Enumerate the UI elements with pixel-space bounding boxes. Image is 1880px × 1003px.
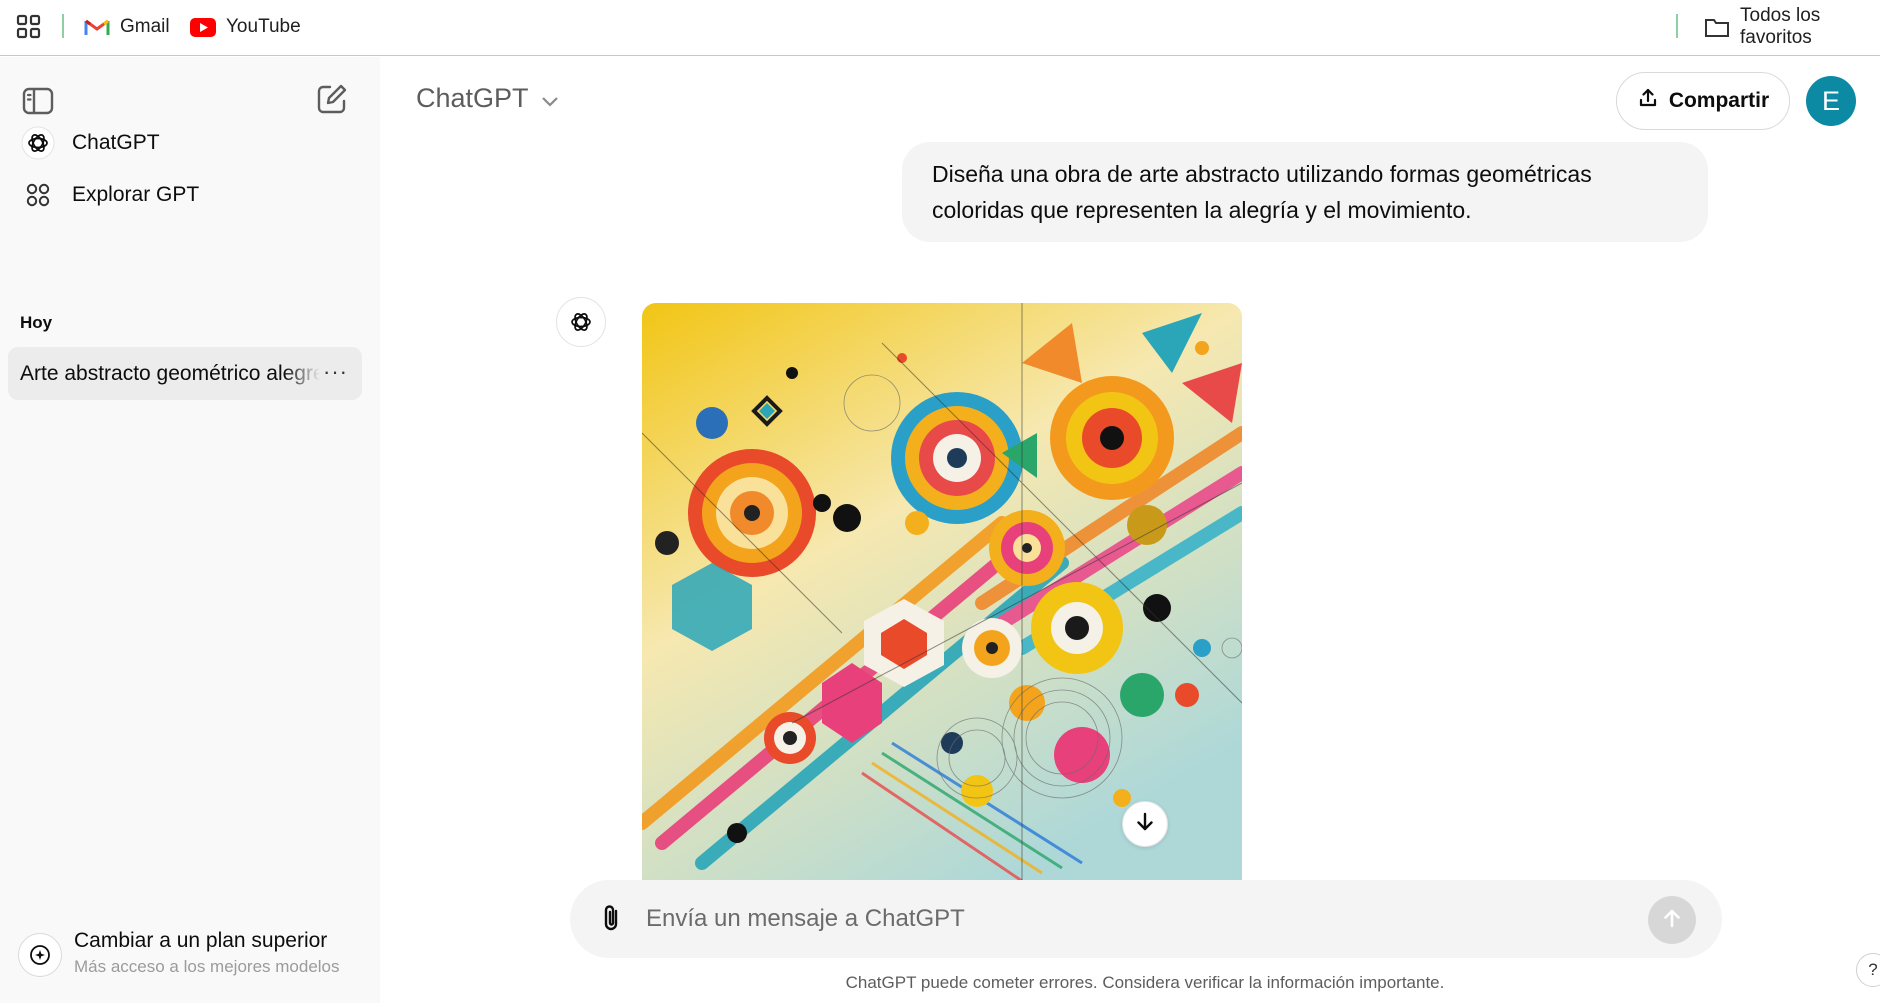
sidebar-toggle-icon[interactable] (20, 83, 56, 119)
bookmark-youtube[interactable]: YouTube (190, 12, 301, 42)
send-button[interactable] (1648, 896, 1696, 944)
chat-main: ChatGPT Compartir E Diseña una obra de a… (380, 57, 1880, 1003)
chat-title: Arte abstracto geométrico alegre (20, 361, 320, 385)
disclaimer-text: ChatGPT puede cometer errores. Considera… (380, 973, 1880, 993)
youtube-icon (190, 17, 216, 37)
model-selector[interactable]: ChatGPT (416, 83, 559, 114)
message-composer (570, 880, 1722, 958)
folder-icon (1704, 16, 1730, 38)
generated-image[interactable] (642, 303, 1242, 881)
chevron-down-icon (541, 83, 559, 114)
sparkle-icon (18, 933, 62, 977)
gmail-icon (84, 17, 110, 37)
disclaimer-label: ChatGPT puede cometer errores. Considera… (845, 973, 1445, 992)
chat-history-item[interactable]: Arte abstracto geométrico alegre ··· (8, 347, 362, 400)
share-button[interactable]: Compartir (1616, 72, 1790, 130)
sidebar-item-label: ChatGPT (72, 131, 160, 154)
apps-grid-icon[interactable] (16, 14, 42, 40)
bookmarks-divider (62, 14, 64, 38)
assistant-logo-icon (556, 297, 606, 347)
more-options-icon[interactable]: ··· (323, 359, 348, 385)
section-heading-today: Hoy (20, 313, 53, 332)
upgrade-plan-button[interactable]: Cambiar a un plan superior Más acceso a … (18, 927, 358, 987)
new-chat-icon[interactable] (314, 81, 350, 117)
paperclip-icon[interactable] (592, 898, 632, 938)
arrow-up-icon (1661, 907, 1683, 934)
user-avatar[interactable]: E (1806, 76, 1856, 126)
bookmark-label: Gmail (120, 16, 170, 37)
share-icon (1637, 87, 1659, 115)
model-label: ChatGPT (416, 83, 529, 113)
all-bookmarks-label: Todos los favoritos (1740, 5, 1821, 48)
scroll-down-button[interactable] (1122, 801, 1168, 847)
sidebar-item-chatgpt[interactable]: ChatGPT (20, 117, 360, 169)
upgrade-title: Cambiar a un plan superior (74, 929, 328, 952)
share-label: Compartir (1668, 89, 1770, 112)
arrow-down-icon (1134, 811, 1156, 838)
all-bookmarks-button[interactable]: Todos los favoritos (1704, 5, 1880, 48)
bookmarks-divider (1676, 14, 1678, 38)
upgrade-subtitle: Más acceso a los mejores modelos (74, 957, 340, 976)
sidebar-item-label: Explorar GPT (72, 183, 200, 206)
sidebar: ChatGPT Explorar GPT Hoy Arte abstracto … (0, 57, 380, 1003)
bookmark-gmail[interactable]: Gmail (84, 12, 170, 42)
bookmark-label: YouTube (226, 16, 301, 37)
sidebar-item-explore-gpts[interactable]: Explorar GPT (20, 169, 360, 221)
bookmarks-bar: Gmail YouTube Todos los favoritos (0, 0, 1880, 56)
grid-dots-icon (20, 177, 56, 213)
message-input[interactable] (646, 896, 1606, 942)
user-message-bubble: Diseña una obra de arte abstracto utiliz… (902, 142, 1708, 242)
openai-logo-icon (20, 125, 56, 161)
